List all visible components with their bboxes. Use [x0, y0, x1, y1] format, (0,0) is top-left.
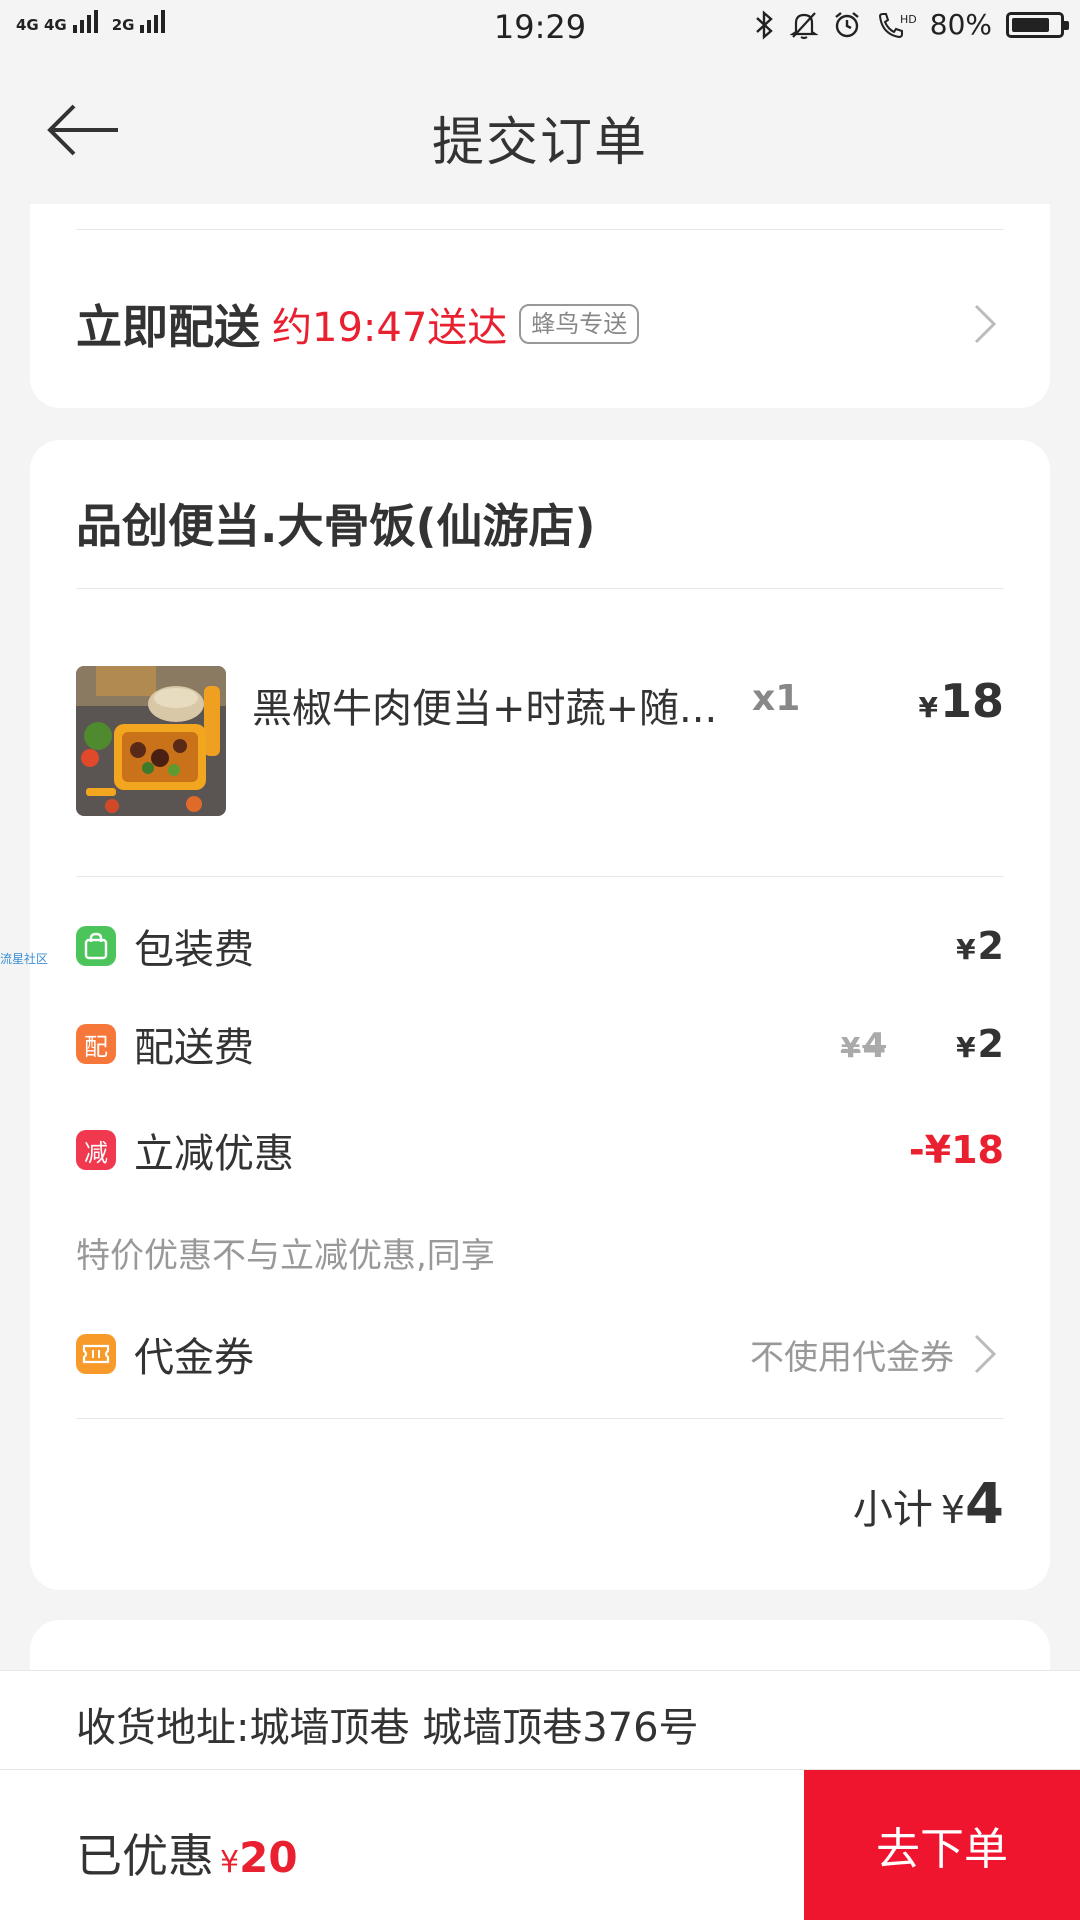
delivery-label: 立即配送 [76, 300, 260, 354]
checkout-bar: 已优惠 ¥20 去下单 [0, 1770, 1080, 1920]
food-image [76, 666, 226, 816]
packaging-fee-row: 包装费 ¥2 [76, 916, 1004, 976]
page-title: 提交订单 [431, 113, 648, 173]
delivery-fee-value: ¥2 [956, 1022, 1004, 1066]
subtotal-label: 小计 [852, 1487, 933, 1533]
order-card: 品创便当.大骨饭(仙游店) 黑椒牛肉便当+时蔬+随... x1 ¥18 包装费 … [30, 440, 1050, 1590]
divider [76, 876, 1004, 877]
divider [76, 1418, 1004, 1419]
packaging-fee-label: 包装费 [134, 927, 254, 973]
item-name: 黑椒牛肉便当+时蔬+随... [252, 686, 718, 732]
divider [76, 229, 1004, 230]
delivery-time-selector[interactable]: 立即配送 约19:47送达 蜂鸟专送 [76, 284, 1004, 364]
svg-text:HD: HD [900, 13, 916, 26]
bag-icon [76, 926, 116, 966]
instant-discount-row: 减 立减优惠 -¥18 [76, 1120, 1004, 1180]
discount-note: 特价优惠不与立减优惠,同享 [76, 1236, 495, 1276]
divider [76, 588, 1004, 589]
delivery-card: 立即配送 约19:47送达 蜂鸟专送 [30, 204, 1050, 408]
status-bar: 4G 4G 2G 19:29 HD 80% [0, 0, 1080, 56]
total-discount-currency: ¥ [220, 1845, 240, 1880]
instant-discount-value: -¥18 [908, 1128, 1004, 1172]
discount-icon: 减 [76, 1130, 116, 1170]
address-bar[interactable]: 收货地址:城墙顶巷 城墙顶巷376号 [0, 1670, 1080, 1770]
total-discount: 已优惠 ¥20 [76, 1820, 298, 1886]
delivery-fee-icon: 配 [76, 1024, 116, 1064]
voucher-label: 代金券 [134, 1335, 254, 1381]
voucher-value: 不使用代金券 [750, 1337, 954, 1378]
item-quantity: x1 [752, 678, 801, 719]
item-price: ¥18 [918, 674, 1005, 728]
hd-call-icon: HD [878, 12, 916, 38]
delivery-eta: 约19:47送达 [272, 305, 508, 351]
packaging-fee-value: ¥2 [956, 924, 1004, 968]
side-watermark: 流星社区 [0, 952, 49, 966]
place-order-button[interactable]: 去下单 [804, 1770, 1080, 1920]
status-icons: HD 80% [754, 8, 1069, 41]
total-discount-value: 20 [239, 1833, 298, 1882]
address-text: 收货地址:城墙顶巷 城墙顶巷376号 [76, 1705, 699, 1751]
header: 提交订单 [0, 56, 1080, 204]
carrier-badge: 蜂鸟专送 [519, 304, 640, 344]
subtotal: 小计 ¥ 4 [853, 1472, 1004, 1537]
alarm-icon [835, 11, 859, 37]
ticket-icon [76, 1334, 116, 1374]
battery-percent: 80% [929, 8, 992, 41]
voucher-row[interactable]: 代金券 不使用代金券 [76, 1324, 1004, 1384]
bluetooth-icon [755, 9, 773, 40]
shop-name: 品创便当.大骨饭(仙游店) [76, 499, 596, 553]
delivery-fee-original: ¥4 [840, 1026, 887, 1066]
bell-muted-icon [789, 11, 818, 39]
delivery-fee-row: 配 配送费 ¥4 ¥2 [76, 1014, 1004, 1074]
total-discount-label: 已优惠 [76, 1829, 214, 1883]
subtotal-currency: ¥ [940, 1488, 966, 1532]
chevron-right-icon [974, 304, 997, 344]
delivery-fee-label: 配送费 [134, 1025, 254, 1071]
subtotal-value: 4 [965, 1472, 1004, 1537]
chevron-right-icon [974, 1334, 997, 1374]
battery-icon [1006, 11, 1069, 38]
order-item: 黑椒牛肉便当+时蔬+随... x1 ¥18 [76, 666, 1004, 816]
instant-discount-label: 立减优惠 [134, 1131, 294, 1177]
